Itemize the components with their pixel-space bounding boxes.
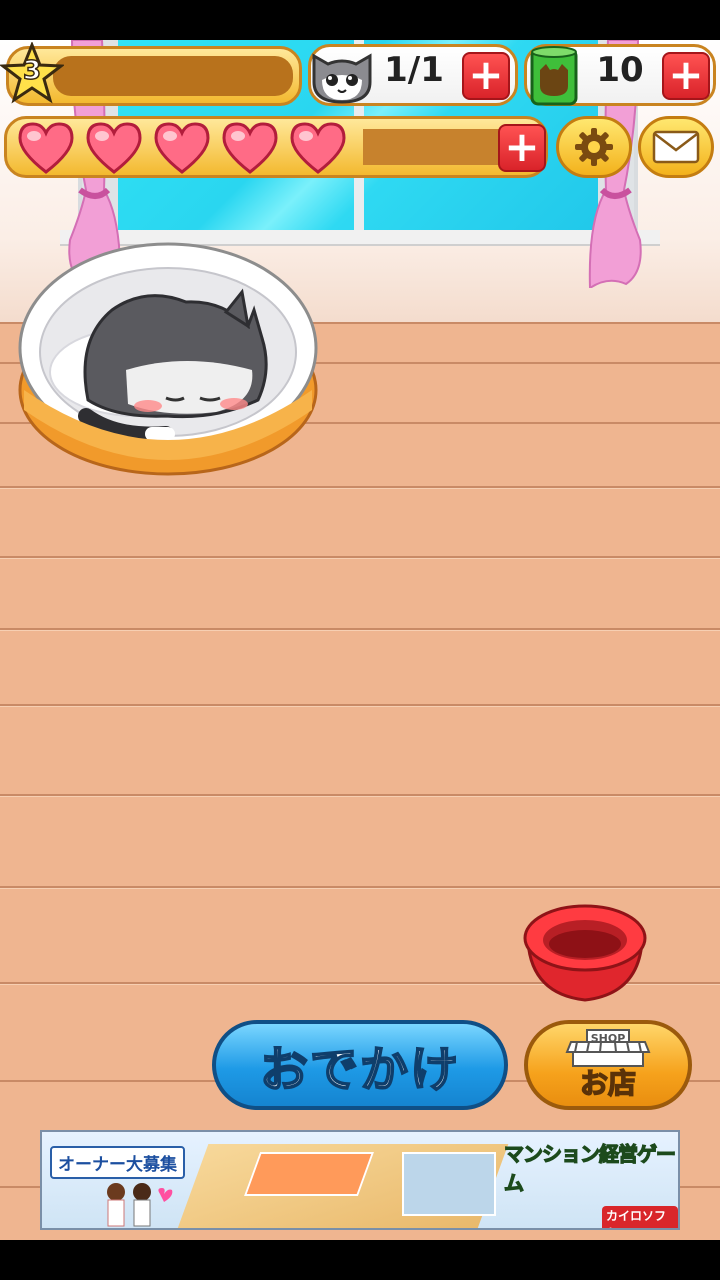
heart-icon bbox=[18, 122, 74, 174]
heart-icon bbox=[290, 122, 346, 174]
add-food-button[interactable]: + bbox=[662, 52, 710, 100]
add-cat-slot-button[interactable]: + bbox=[462, 52, 510, 100]
sleeping-cat-in-bed[interactable] bbox=[16, 240, 320, 484]
navigation-bar bbox=[0, 1240, 720, 1280]
plus-icon: + bbox=[504, 122, 540, 171]
heart-icon bbox=[222, 122, 278, 174]
plus-icon: + bbox=[668, 50, 704, 99]
cat-count-text: 1/1 bbox=[384, 50, 444, 90]
floor-plank-highlight bbox=[0, 796, 720, 797]
level-number: 3 bbox=[22, 55, 42, 87]
mail-button[interactable] bbox=[638, 116, 714, 178]
floor-plank-highlight bbox=[0, 706, 720, 707]
shop-label: お店 bbox=[579, 1066, 637, 1101]
plus-icon: + bbox=[468, 50, 504, 99]
add-hearts-button[interactable]: + bbox=[498, 124, 546, 172]
food-bowl[interactable] bbox=[522, 902, 648, 1004]
cat-food-can-icon bbox=[530, 46, 578, 106]
heart-icon bbox=[86, 122, 142, 174]
heart-icon bbox=[154, 122, 210, 174]
envelope-icon bbox=[652, 130, 700, 164]
floor-plank-highlight bbox=[0, 558, 720, 559]
hearts-empty-slot bbox=[363, 129, 503, 165]
gray-cat-face-icon bbox=[312, 53, 372, 104]
level-progress-track bbox=[53, 56, 293, 96]
ad-couple-illustration bbox=[107, 1183, 173, 1227]
shop-button[interactable]: SHOP お店 bbox=[524, 1020, 692, 1110]
ad-bed-illustration bbox=[243, 1152, 375, 1196]
shop-sign-text: SHOP bbox=[590, 1032, 626, 1045]
ad-title: マンション経営ゲーム bbox=[503, 1141, 676, 1195]
ad-left-tag: オーナー大募集 bbox=[50, 1146, 185, 1179]
floor-plank-highlight bbox=[0, 888, 720, 889]
outing-label: おでかけ bbox=[259, 1041, 460, 1099]
system-status-bar bbox=[0, 0, 720, 40]
banner-ad[interactable]: オーナー大募集 マンション経営ゲーム カイロソフト bbox=[40, 1130, 680, 1230]
floor-plank-highlight bbox=[0, 630, 720, 631]
settings-button[interactable] bbox=[556, 116, 632, 178]
ad-room-illustration bbox=[402, 1152, 496, 1216]
floor-plank-highlight bbox=[0, 488, 720, 489]
gear-icon bbox=[575, 128, 613, 166]
ad-brand-logo: カイロソフト bbox=[602, 1206, 678, 1228]
food-count-text: 10 bbox=[596, 50, 644, 90]
outing-button[interactable]: おでかけ bbox=[212, 1020, 508, 1110]
